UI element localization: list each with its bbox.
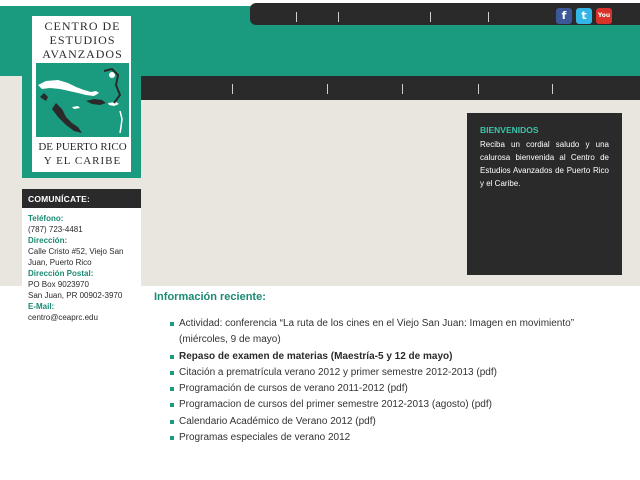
list-item-link[interactable]: Programacion de cursos del primer semest… [179,399,492,410]
postal-label: Dirección Postal: [28,269,94,278]
list-item-link[interactable]: Actividad: conferencia “La ruta de los c… [179,318,574,345]
list-item-link[interactable]: Citación a prematrícula verano 2012 y pr… [179,367,497,378]
list-item[interactable]: Calendario Académico de Verano 2012 (pdf… [170,414,610,430]
logo-text-line: AVANZADOS [42,47,123,61]
address-value: Juan, Puerto Rico [28,258,92,267]
top-bar-separator [296,12,297,22]
logo-text-line: Y EL CARIBE [43,155,122,167]
address-value: Calle Cristo #52, Viejo San [28,247,124,256]
top-utility-bar: f t You [250,3,640,25]
bullet-icon [170,436,174,441]
bullet-icon [170,354,174,359]
list-item-link[interactable]: Programas especiales de verano 2012 [179,432,350,443]
postal-value: San Juan, PR 00902-3970 [28,291,123,300]
nav-separator [327,84,328,94]
logo-text-line: DE PUERTO RICO [38,141,127,153]
twitter-icon-glyph: t [581,9,587,22]
youtube-icon[interactable]: You [596,8,612,24]
recent-info-title: Información reciente: [154,291,266,303]
list-item[interactable]: Citación a prematrícula verano 2012 y pr… [170,365,610,381]
top-bar-separator [488,12,489,22]
bullet-icon [170,419,174,424]
welcome-text: Reciba un cordial saludo y una calurosa … [480,140,609,188]
list-item-link[interactable]: Programación de cursos de verano 2011-20… [179,383,408,394]
phone-label: Teléfono: [28,214,64,223]
email-link[interactable]: centro@ceaprc.edu [28,312,135,323]
site-logo[interactable]: CENTRO DE ESTUDIOS AVANZADOS DE PUERTO R… [22,6,141,178]
nav-separator [402,84,403,94]
address-label: Dirección: [28,236,68,245]
bullet-icon [170,403,174,408]
twitter-icon[interactable]: t [576,8,592,24]
welcome-box: BIENVENIDOS Reciba un cordial saludo y u… [467,113,622,275]
bullet-icon [170,322,174,326]
bullet-icon [170,370,174,375]
list-item-link[interactable]: Calendario Académico de Verano 2012 (pdf… [179,416,376,427]
contact-header: COMUNÍCATE: [22,189,141,208]
postal-value: PO Box 9023970 [28,280,89,289]
email-label: E-Mail: [28,302,55,311]
list-item[interactable]: Actividad: conferencia “La ruta de los c… [170,316,610,349]
list-item[interactable]: Programacion de cursos del primer semest… [170,397,610,413]
nav-separator [552,84,553,94]
logo-panel: CENTRO DE ESTUDIOS AVANZADOS DE PUERTO R… [32,16,131,172]
nav-separator [232,84,233,94]
list-item-link[interactable]: Repaso de examen de materias (Maestría-5… [179,351,452,362]
main-navigation [141,76,640,100]
top-bar-separator [338,12,339,22]
logo-text-line: CENTRO DE [44,19,121,33]
welcome-title: BIENVENIDOS [480,125,539,135]
top-bar-separator [430,12,431,22]
logo-text-line: ESTUDIOS [49,33,116,47]
caribbean-map-icon [36,63,129,137]
bullet-icon [170,387,174,392]
list-item[interactable]: Programas especiales de verano 2012 [170,430,610,446]
recent-info-list: Actividad: conferencia “La ruta de los c… [170,316,610,446]
list-item[interactable]: Repaso de examen de materias (Maestría-5… [170,349,610,365]
nav-separator [478,84,479,94]
contact-panel: Teléfono: (787) 723-4481 Dirección: Call… [22,208,141,334]
youtube-icon-glyph: You [597,12,611,19]
facebook-icon-glyph: f [561,9,567,22]
phone-value: (787) 723-4481 [28,225,83,234]
facebook-icon[interactable]: f [556,8,572,24]
list-item[interactable]: Programación de cursos de verano 2011-20… [170,381,610,397]
